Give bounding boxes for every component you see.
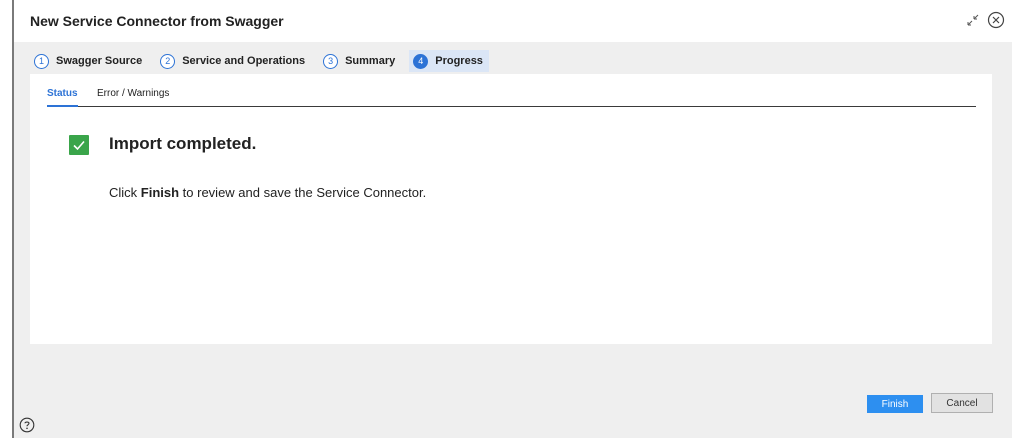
tab-error-warnings-label: Error / Warnings xyxy=(97,88,170,99)
dialog-header: New Service Connector from Swagger xyxy=(14,0,1012,42)
cancel-button[interactable]: Cancel xyxy=(931,393,993,413)
tab-selected-indicator xyxy=(47,105,78,107)
checkmark-icon xyxy=(69,135,89,155)
step-number: 3 xyxy=(323,53,339,69)
step-number: 2 xyxy=(160,53,176,69)
step-label: Swagger Source xyxy=(56,55,143,67)
dialog-title: New Service Connector from Swagger xyxy=(30,13,284,29)
step-label: Progress xyxy=(435,55,483,67)
step-progress[interactable]: 4 Progress xyxy=(409,50,489,72)
step-number: 4 xyxy=(413,53,429,69)
import-status-message: Click Finish to review and save the Serv… xyxy=(109,185,426,200)
progress-panel: Status Error / Warnings Import completed… xyxy=(30,74,992,344)
step-label: Summary xyxy=(345,55,396,67)
collapse-arrows-icon[interactable] xyxy=(965,12,981,28)
result-tabs: Status Error / Warnings xyxy=(47,74,976,107)
tab-status[interactable]: Status xyxy=(47,88,78,107)
step-summary[interactable]: 3 Summary xyxy=(319,50,401,72)
service-connector-dialog: New Service Connector from Swagger 1 Swa… xyxy=(14,0,1012,438)
wizard-steps: 1 Swagger Source 2 Service and Operation… xyxy=(30,49,497,73)
message-prefix: Click xyxy=(109,185,141,200)
help-circle-icon[interactable] xyxy=(19,417,35,433)
message-finish-keyword: Finish xyxy=(140,185,180,200)
message-suffix: to review and save the Service Connector… xyxy=(179,185,427,200)
finish-button[interactable]: Finish xyxy=(867,395,923,413)
tab-status-label: Status xyxy=(47,88,78,99)
step-swagger-source[interactable]: 1 Swagger Source xyxy=(30,50,148,72)
step-service-and-operations[interactable]: 2 Service and Operations xyxy=(156,50,311,72)
step-label: Service and Operations xyxy=(182,55,306,67)
import-status-headline: Import completed. xyxy=(109,134,257,153)
tab-error-warnings[interactable]: Error / Warnings xyxy=(97,88,169,99)
step-number: 1 xyxy=(34,53,49,69)
close-circle-icon[interactable] xyxy=(987,11,1005,29)
